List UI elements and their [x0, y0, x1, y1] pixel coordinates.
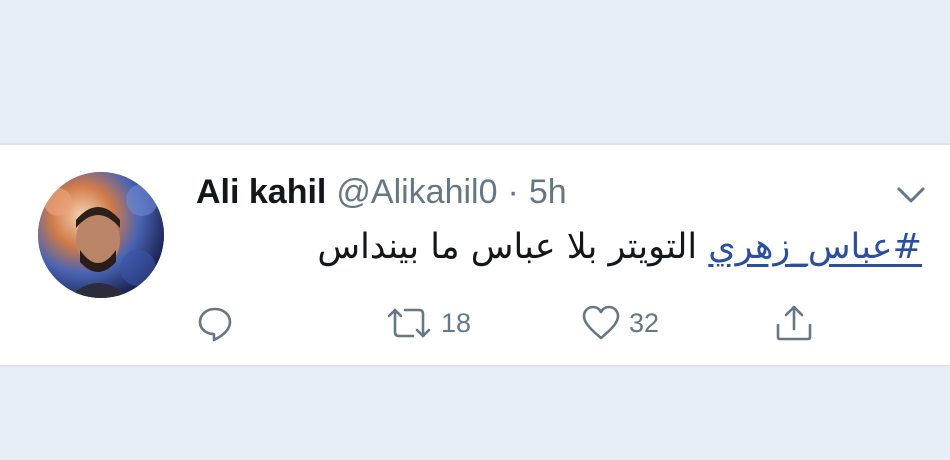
heart-icon: [582, 305, 620, 340]
tweet-header: Ali kahil @Alikahil0 · 5h: [196, 173, 567, 213]
tweet-card[interactable]: Ali kahil @Alikahil0 · 5h #عباس_زهري الت…: [0, 143, 950, 367]
user-name[interactable]: Ali kahil: [196, 173, 326, 212]
header-separator: ·: [507, 173, 519, 211]
tweet-text: #عباس_زهري التويتر بلا عباس ما بينداس: [202, 225, 922, 269]
user-handle[interactable]: @Alikahil0: [336, 173, 497, 212]
reply-icon: [198, 307, 232, 342]
chevron-down-icon[interactable]: [891, 183, 931, 207]
timestamp[interactable]: 5h: [529, 173, 567, 212]
hashtag-link[interactable]: #عباس_زهري: [708, 227, 922, 267]
tweet-actions: 18 32: [196, 303, 846, 343]
avatar-photo: [38, 172, 164, 298]
like-button[interactable]: 32: [581, 303, 659, 343]
retweet-button[interactable]: 18: [385, 303, 471, 343]
share-button[interactable]: [774, 303, 814, 343]
timeline-gap-bottom: [0, 367, 950, 460]
reply-button[interactable]: [196, 303, 234, 343]
like-count: 32: [629, 307, 660, 338]
avatar[interactable]: [38, 172, 164, 298]
timeline-gap-top: [0, 0, 950, 143]
retweet-count: 18: [441, 307, 472, 338]
share-icon: [776, 305, 812, 341]
tweet-body: التويتر بلا عباس ما بينداس: [317, 227, 698, 267]
retweet-icon: [387, 308, 431, 338]
